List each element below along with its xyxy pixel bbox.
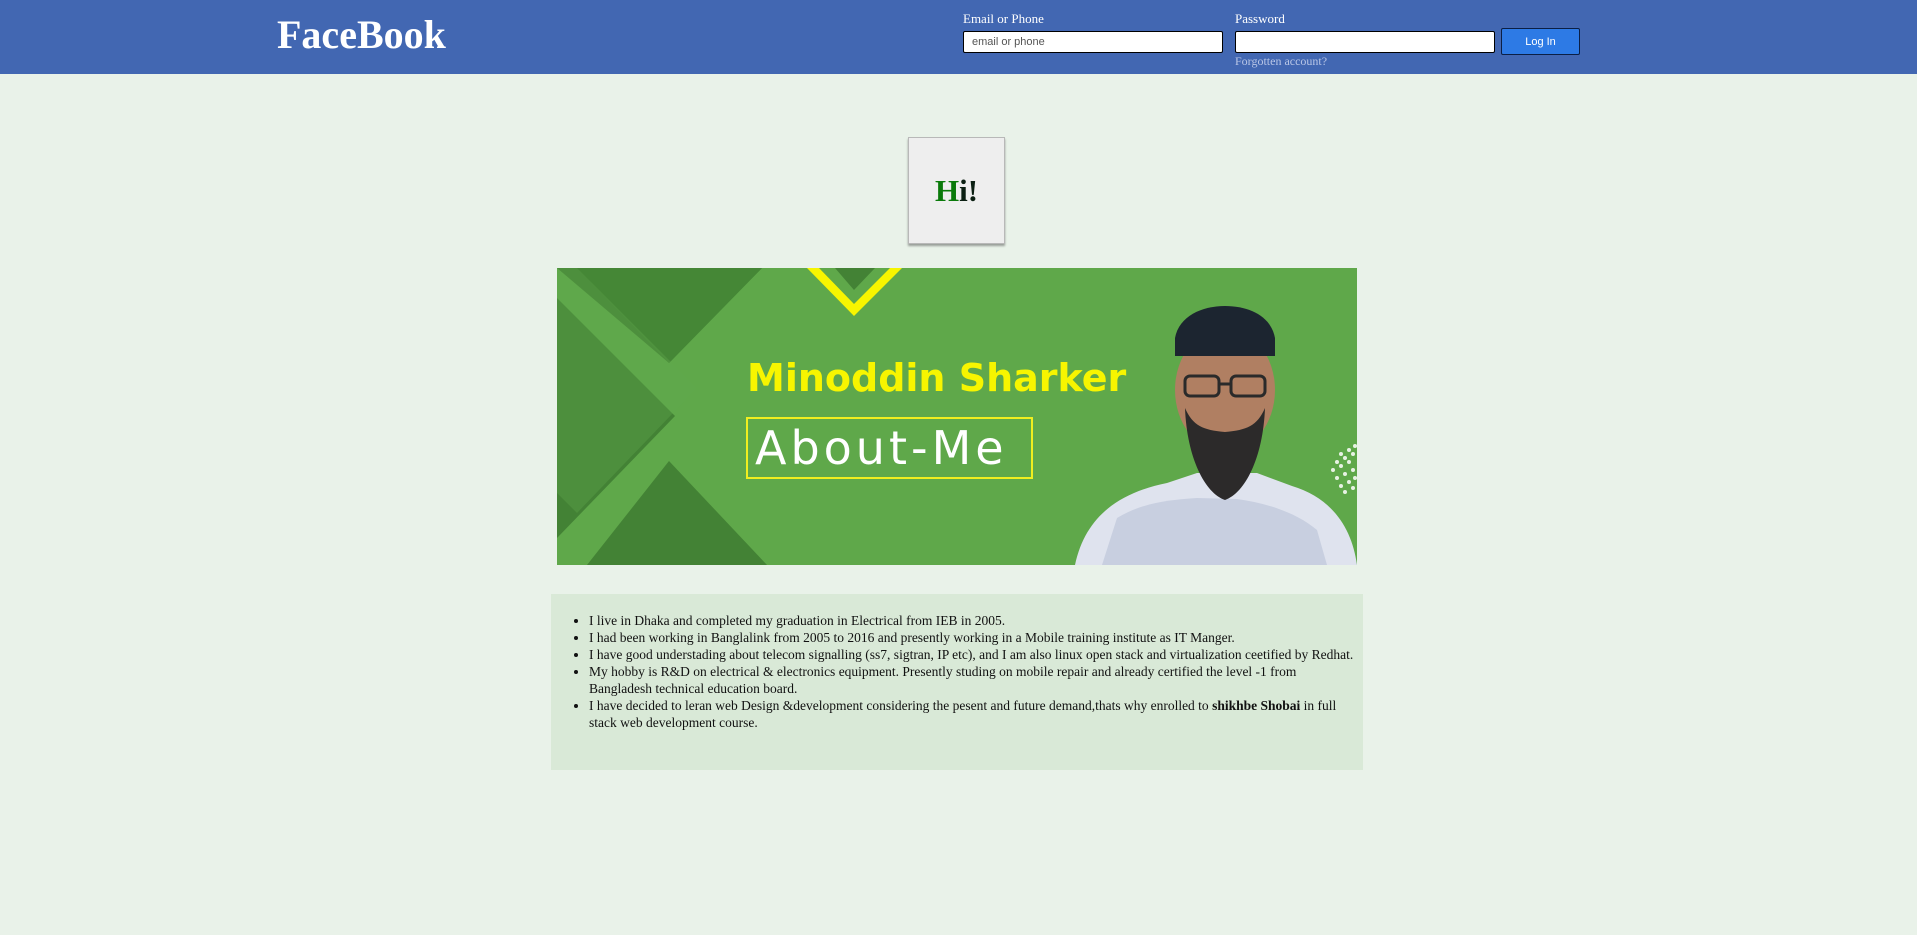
banner-name: Minoddin Sharker [747,356,1127,400]
password-label: Password [1235,11,1285,26]
email-label: Email or Phone [963,11,1044,26]
banner-subtitle: About-Me [755,421,1008,475]
about-item: My hobby is R&D on electrical & electron… [589,663,1355,697]
login-button[interactable]: Log In [1501,28,1580,55]
top-nav-bar: FaceBook Email or Phone Password Forgott… [0,0,1917,74]
password-field-group: Password Forgotten account? [1235,11,1495,69]
greeting-first-letter: H [934,172,960,208]
email-input[interactable] [963,31,1223,53]
dot-pattern [1331,444,1357,494]
about-item-text: I have decided to leran web Design &deve… [589,698,1213,713]
about-item-highlight: shikhbe Shobai [1212,698,1301,713]
greeting-card: Hi! [908,137,1005,244]
email-field-group: Email or Phone [963,11,1223,53]
portrait-figure [1075,306,1357,565]
about-item: I live in Dhaka and completed my graduat… [589,612,1355,629]
about-list: I live in Dhaka and completed my graduat… [551,612,1355,731]
about-item: I had been working in Banglalink from 20… [589,629,1355,646]
about-list-panel: I live in Dhaka and completed my graduat… [551,594,1363,770]
about-me-banner: Minoddin Sharker About-Me [557,268,1357,565]
about-item: I have decided to leran web Design &deve… [589,697,1355,731]
greeting-rest: i! [959,172,979,208]
forgot-account-link[interactable]: Forgotten account? [1235,54,1495,69]
password-input[interactable] [1235,31,1495,53]
about-item: I have good understading about telecom s… [589,646,1355,663]
brand-logo[interactable]: FaceBook [277,10,446,60]
